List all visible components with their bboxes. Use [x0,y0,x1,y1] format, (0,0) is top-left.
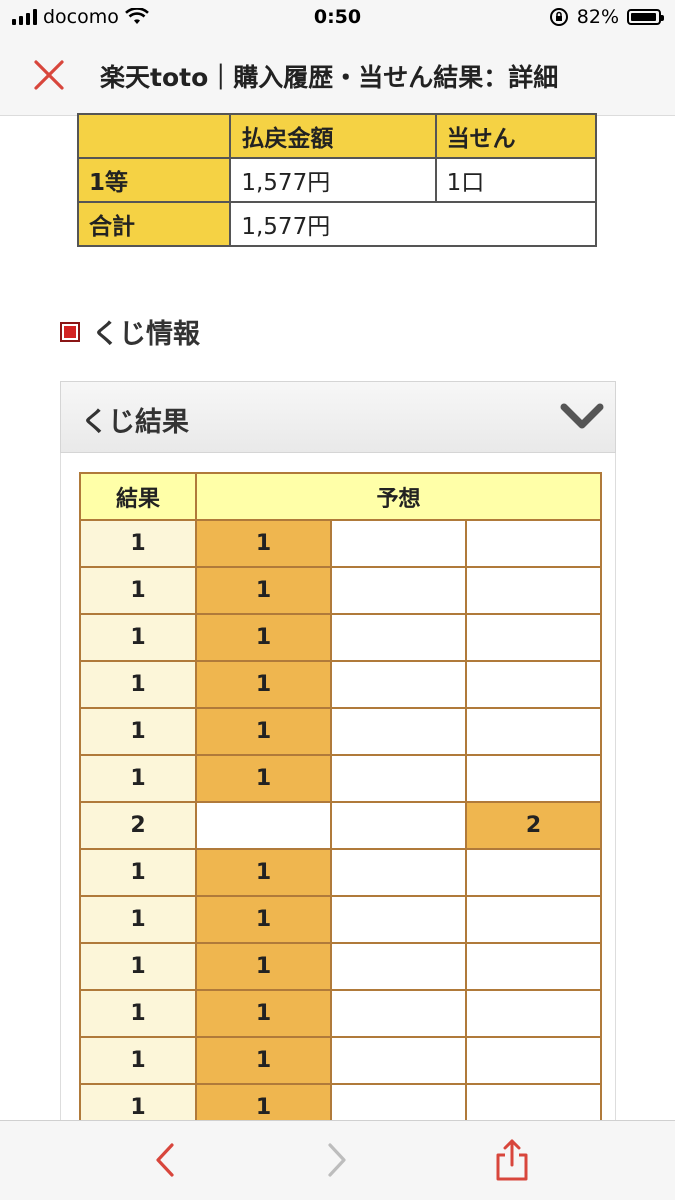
prize-count: 1口 [434,157,598,203]
match-result: 1 [79,1036,197,1085]
result-row: 11 [79,1036,602,1085]
result-row: 11 [79,707,602,756]
result-row: 11 [79,566,602,615]
prediction-cell [465,660,602,709]
status-bar: docomo 0:50 82% [0,0,675,36]
red-square-icon [60,321,80,342]
result-row: 11 [79,848,602,897]
payout-header-count: 当せん [434,113,598,159]
payout-header-blank [76,113,232,159]
prediction-cell: 1 [195,660,332,709]
prediction-column-header: 予想 [195,472,602,521]
total-amount: 1,577円 [229,201,597,247]
section-title: くじ情報 [92,319,200,350]
prize-rank-label: 1等 [76,157,232,203]
prediction-cell [465,707,602,756]
result-row: 11 [79,754,602,803]
back-icon[interactable] [148,1139,182,1181]
prediction-cell [330,801,467,850]
payout-table: 払戻金額 当せん 1等 1,577円 1口 合計 1,577円 [76,113,598,247]
prediction-cell: 1 [195,848,332,897]
prediction-cell [330,754,467,803]
results-table: 結果 予想 11111111111122111111111111 [79,472,602,1132]
match-result: 2 [79,801,197,850]
forward-icon[interactable] [320,1139,354,1181]
prediction-cell [330,613,467,662]
result-row: 11 [79,660,602,709]
payout-header-amount: 払戻金額 [229,113,437,159]
match-result: 1 [79,566,197,615]
match-result: 1 [79,848,197,897]
result-column-header: 結果 [79,472,197,521]
payout-header-row: 払戻金額 当せん [76,113,598,159]
match-result: 1 [79,613,197,662]
close-icon[interactable] [30,56,68,94]
prediction-cell: 1 [195,613,332,662]
result-row: 11 [79,895,602,944]
prediction-cell: 2 [465,801,602,850]
battery-percent: 82% [576,6,619,28]
prediction-cell: 1 [195,707,332,756]
prediction-cell [330,1036,467,1085]
prediction-cell [465,942,602,991]
match-result: 1 [79,754,197,803]
prediction-cell: 1 [195,1036,332,1085]
payout-row-first-prize: 1等 1,577円 1口 [76,157,598,203]
prediction-cell [465,754,602,803]
prediction-cell: 1 [195,519,332,568]
prediction-cell: 1 [195,566,332,615]
prediction-cell [330,895,467,944]
result-row: 11 [79,519,602,568]
prediction-cell [465,895,602,944]
chevron-down-icon[interactable] [559,400,605,434]
share-icon[interactable] [492,1135,532,1185]
browser-toolbar [0,1120,675,1200]
prediction-cell [465,848,602,897]
lottery-result-accordion[interactable]: くじ結果 [60,381,616,453]
prediction-cell [330,848,467,897]
prediction-cell [330,660,467,709]
prediction-cell [465,1036,602,1085]
match-result: 1 [79,660,197,709]
result-row: 11 [79,989,602,1038]
app-header: 楽天toto｜購入履歴・当せん結果：詳細 [0,36,675,116]
prediction-cell [195,801,332,850]
prediction-cell: 1 [195,989,332,1038]
results-body: 11111111111122111111111111 [79,519,602,1132]
prediction-cell: 1 [195,942,332,991]
match-result: 1 [79,519,197,568]
result-row: 11 [79,613,602,662]
match-result: 1 [79,942,197,991]
payout-row-total: 合計 1,577円 [76,201,597,247]
result-row: 11 [79,942,602,991]
prediction-cell: 1 [195,754,332,803]
accordion-title: くじ結果 [81,407,189,438]
prediction-cell [330,989,467,1038]
battery-icon [627,9,664,25]
prediction-cell [330,566,467,615]
result-row: 22 [79,801,602,850]
match-result: 1 [79,895,197,944]
total-label: 合計 [76,201,232,247]
section-heading: くじ情報 [60,312,200,351]
prediction-cell [330,942,467,991]
prediction-cell [330,707,467,756]
prediction-cell [465,566,602,615]
prediction-cell [465,613,602,662]
rotation-lock-icon [549,8,568,26]
match-result: 1 [79,707,197,756]
prediction-cell [330,519,467,568]
page-title: 楽天toto｜購入履歴・当せん結果：詳細 [100,63,559,92]
prediction-cell: 1 [195,895,332,944]
prize-amount: 1,577円 [229,157,437,203]
prediction-cell [465,519,602,568]
results-header-row: 結果 予想 [79,472,602,521]
prediction-cell [465,989,602,1038]
match-result: 1 [79,989,197,1038]
